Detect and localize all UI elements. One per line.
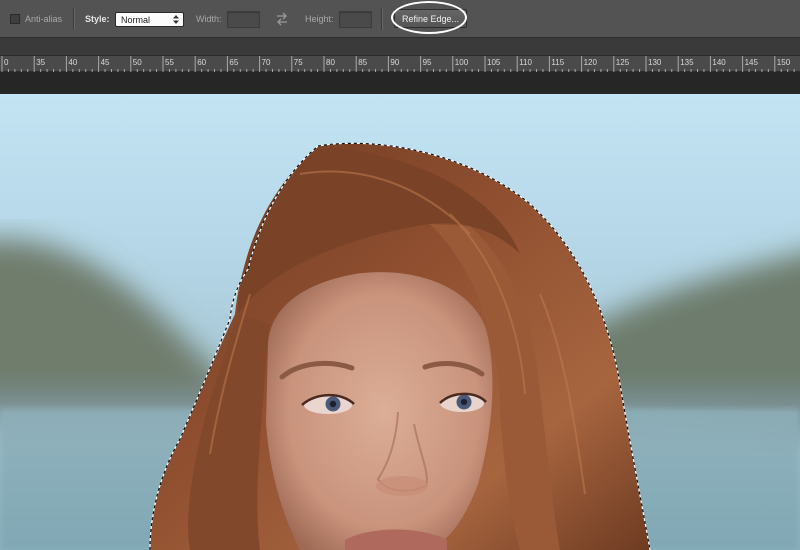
ruler-ticks: 0 35 40 45 50 55 60 65 70 75 80 85 90 95 100 105 110 115 1… xyxy=(1,56,795,73)
options-separator xyxy=(73,8,74,30)
portrait-photo xyxy=(0,94,800,550)
ruler-tick-label: 100 xyxy=(455,58,469,67)
ruler-tick-label: 145 xyxy=(745,58,759,67)
width-input[interactable] xyxy=(227,11,260,28)
ruler-tick-label: 75 xyxy=(294,58,303,67)
options-bar: Anti-alias Style: Normal Width: Height: … xyxy=(0,0,800,38)
ruler-tick-label: 60 xyxy=(197,58,206,67)
horizontal-ruler[interactable]: 0 35 40 45 50 55 60 65 70 75 80 85 90 95 100 105 110 115 1… xyxy=(0,55,800,73)
ruler-tick-label: 45 xyxy=(101,58,110,67)
style-label: Style: xyxy=(85,14,110,24)
workspace-gap xyxy=(0,72,800,94)
ruler-tick-label: 35 xyxy=(36,58,45,67)
ruler-tick-label: 95 xyxy=(423,58,432,67)
ruler-tick-label: 55 xyxy=(165,58,174,67)
document-canvas[interactable] xyxy=(0,94,800,550)
width-label: Width: xyxy=(196,14,222,24)
ruler-tick-label: 115 xyxy=(551,58,564,67)
ruler-tick-label: 130 xyxy=(648,58,662,67)
swap-arrows-icon[interactable] xyxy=(275,11,289,27)
ruler-tick-label: 70 xyxy=(262,58,271,67)
ruler-tick-label: 135 xyxy=(680,58,694,67)
ruler-tick-label: 65 xyxy=(229,58,238,67)
ruler-tick-label: 80 xyxy=(326,58,335,67)
dropdown-arrows-icon xyxy=(173,15,179,24)
ruler-tick-label: 105 xyxy=(487,58,501,67)
anti-alias-label: Anti-alias xyxy=(25,14,63,24)
style-label-container: Style: xyxy=(85,0,110,38)
highlight-ring-annotation xyxy=(391,1,467,34)
height-label-container: Height: xyxy=(305,0,334,38)
ruler-tick-label: 120 xyxy=(584,58,598,67)
ruler-tick-label: 40 xyxy=(68,58,77,67)
anti-alias-checkbox[interactable] xyxy=(10,14,20,24)
ruler-tick-label: 0 xyxy=(4,58,9,67)
ruler-tick-label: 110 xyxy=(519,58,532,67)
height-label: Height: xyxy=(305,14,334,24)
ruler-tick-label: 85 xyxy=(358,58,367,67)
height-input[interactable] xyxy=(339,11,372,28)
style-dropdown-value: Normal xyxy=(121,14,151,25)
width-label-container: Width: xyxy=(196,0,222,38)
anti-alias-option[interactable]: Anti-alias xyxy=(10,0,62,38)
ruler-tick-label: 125 xyxy=(616,58,630,67)
ruler-tick-label: 90 xyxy=(390,58,399,67)
options-separator xyxy=(381,8,382,30)
ruler-tick-label: 150 xyxy=(777,58,791,67)
ruler-tick-label: 140 xyxy=(712,58,726,67)
ruler-tick-label: 50 xyxy=(133,58,142,67)
style-dropdown[interactable]: Normal xyxy=(115,12,184,27)
